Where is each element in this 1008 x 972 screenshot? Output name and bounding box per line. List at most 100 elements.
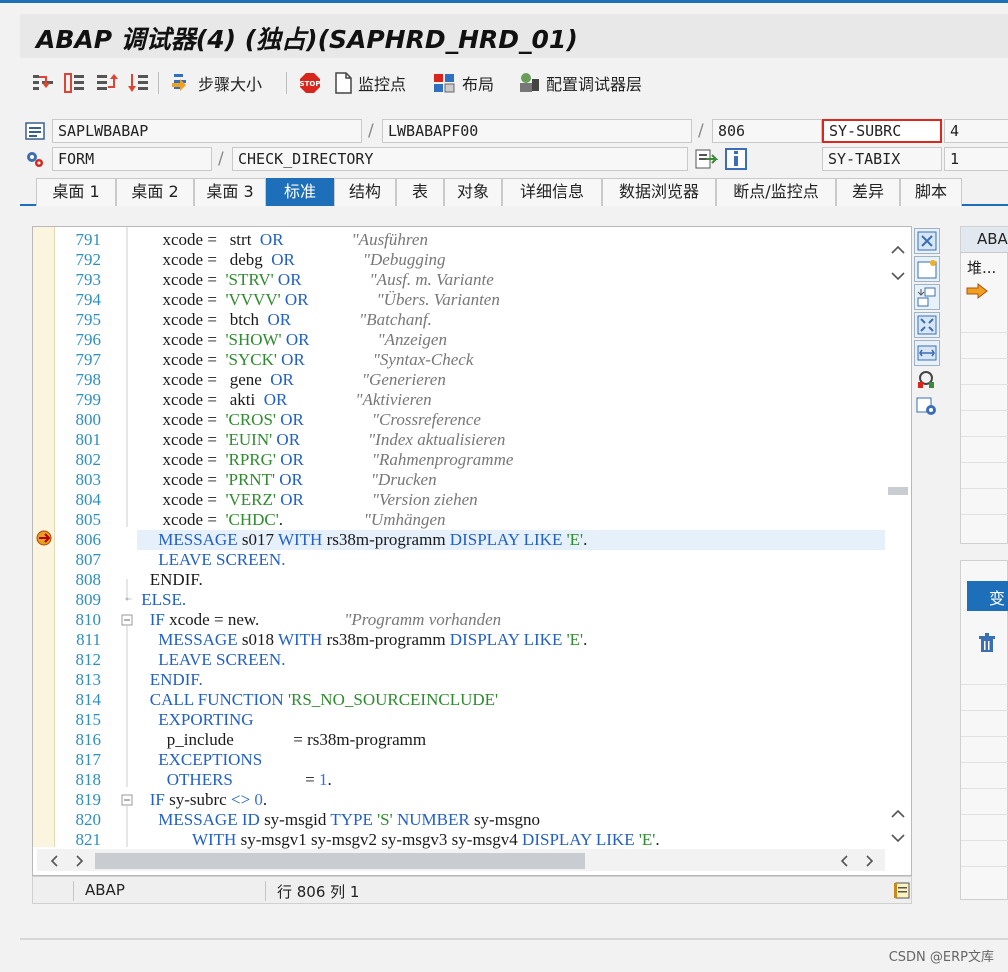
tab-breakpoints-watchpoints[interactable]: 断点/监控点: [716, 178, 836, 206]
context-row-program: SAPLWBABAP / LWBABAPF00 / 806 SY-SUBRC 4: [20, 119, 1008, 143]
return-button[interactable]: [94, 70, 120, 96]
block-type-field[interactable]: FORM: [52, 147, 212, 171]
swap-tool-button[interactable]: [914, 284, 940, 310]
info-button[interactable]: [724, 147, 748, 171]
svg-text:STOP: STOP: [300, 80, 321, 88]
comment: "Index aktualisieren: [368, 430, 506, 449]
keyword: OR: [263, 390, 288, 409]
vertical-scrollbar[interactable]: [885, 231, 911, 847]
settings-tool-button[interactable]: [914, 394, 940, 420]
stack-row: [961, 359, 1008, 385]
comment: "Drucken: [370, 470, 437, 489]
operator: =: [207, 410, 217, 429]
code-line: WITH sy-msgv1 sy-msgv2 sy-msgv3 sy-msgv4…: [191, 830, 660, 849]
resize-tool-button[interactable]: [914, 340, 940, 366]
line-number-field[interactable]: 806: [712, 119, 822, 143]
comment: "Programm vorhanden: [344, 610, 502, 629]
variable-1-name-field[interactable]: SY-SUBRC: [822, 119, 942, 143]
stack-row: [961, 307, 1008, 333]
display-source-button[interactable]: [694, 147, 719, 171]
tab-structure[interactable]: 结构: [334, 178, 396, 206]
new-tool-icon: [917, 260, 937, 279]
horizontal-scroll-thumb[interactable]: [95, 853, 585, 869]
title-bar: ABAP 调试器(4) (独占)(SAPHRD_HRD_01): [20, 14, 1008, 58]
stop-button[interactable]: STOP: [298, 70, 322, 96]
maximize-tool-button[interactable]: [914, 312, 940, 338]
keyword: NUMBER: [396, 810, 470, 829]
line-number: 793: [75, 270, 102, 289]
line-number: 802: [75, 450, 102, 469]
variable-row: [961, 711, 1008, 737]
identifier: xcode: [162, 450, 204, 469]
code-line: p_include = rs38m-programm: [137, 730, 885, 750]
step-over-button[interactable]: [62, 70, 88, 96]
call-stack-header: ABA: [961, 227, 1008, 253]
watchpoint-label: 监控点: [358, 75, 407, 94]
keyword: IF: [149, 610, 165, 629]
step-size-button[interactable]: 步骤大小: [170, 70, 262, 96]
line-number: 819: [75, 790, 102, 809]
block-name-field[interactable]: CHECK_DIRECTORY: [232, 147, 688, 171]
code-line: xcode = 'RPRG' OR "Rahmenprogramme: [137, 450, 885, 470]
current-line-marker-icon: [36, 530, 52, 546]
new-tool-button[interactable]: [914, 256, 940, 282]
string-literal: 'RPRG': [225, 450, 276, 469]
identifier: rs38m-programm: [326, 530, 446, 549]
trash-icon[interactable]: [975, 631, 999, 655]
fold-column: [119, 227, 135, 847]
variable-1-value-field[interactable]: 4: [944, 119, 1008, 143]
keyword: OTHERS: [166, 770, 233, 789]
info-icon: [725, 148, 747, 170]
layout-button[interactable]: 布局: [432, 70, 494, 96]
notes-icon[interactable]: [893, 880, 911, 900]
source-code-editor[interactable]: 791 792 793 794 795 796 797 798 799 800 …: [32, 226, 912, 876]
tab-details[interactable]: 详细信息: [502, 178, 602, 206]
identifier: s017: [241, 530, 274, 549]
tab-data-browser[interactable]: 数据浏览器: [602, 178, 716, 206]
watchpoint-button[interactable]: 监控点: [332, 70, 406, 96]
variable-2-value-field[interactable]: 1: [944, 147, 1008, 171]
operator: =: [207, 370, 217, 389]
tab-desktop-2[interactable]: 桌面 2: [116, 178, 194, 206]
code-line: xcode = strt OR "Ausführen: [137, 230, 885, 250]
horizontal-scrollbar[interactable]: [37, 849, 885, 871]
close-tool-button[interactable]: [914, 228, 940, 254]
string-literal: 'VVVV': [225, 290, 281, 309]
program-field[interactable]: SAPLWBABAP: [52, 119, 362, 143]
include-field[interactable]: LWBABAPF00: [382, 119, 692, 143]
keyword: WITH: [277, 530, 323, 549]
tab-table[interactable]: 表: [396, 178, 444, 206]
operator: =: [305, 770, 315, 789]
operator: =: [207, 270, 217, 289]
tab-variables[interactable]: 变: [967, 581, 1008, 611]
close-tool-icon: [917, 231, 937, 251]
tab-desktop-1[interactable]: 桌面 1: [36, 178, 116, 206]
tab-desktop-3[interactable]: 桌面 3: [194, 178, 266, 206]
code-line: xcode = gene OR "Generieren: [137, 370, 885, 390]
config-layers-button[interactable]: 配置调试器层: [516, 70, 642, 96]
services-tool-button[interactable]: [914, 368, 940, 394]
services-tool-icon: [918, 371, 934, 388]
keyword: MESSAGE: [158, 530, 238, 549]
tab-objects[interactable]: 对象: [444, 178, 502, 206]
keyword: DISPLAY LIKE: [449, 530, 563, 549]
tab-standard[interactable]: 标准: [266, 178, 334, 206]
stack-row: [961, 489, 1008, 515]
identifier: xcode: [162, 370, 204, 389]
line-number: 813: [75, 670, 102, 689]
operator: =: [207, 490, 217, 509]
code-line: xcode = 'CROS' OR "Crossreference: [137, 410, 885, 430]
call-stack-label: 堆...: [967, 259, 997, 277]
tab-script[interactable]: 脚本: [900, 178, 962, 206]
step-into-button[interactable]: [30, 70, 56, 96]
continue-button[interactable]: [126, 70, 152, 96]
keyword: OR: [280, 450, 304, 469]
variable-2-name-field[interactable]: SY-TABIX: [822, 147, 942, 171]
breakpoint-gutter[interactable]: [33, 227, 55, 847]
comment: "Generieren: [361, 370, 446, 389]
step-over-icon: [64, 73, 84, 93]
code-line: IF sy-subrc <> 0.: [149, 790, 268, 809]
tab-diff[interactable]: 差异: [836, 178, 900, 206]
editor-status-bar: ABAP 行 806 列 1: [32, 876, 912, 904]
code-line: LEAVE SCREEN.: [137, 550, 885, 570]
